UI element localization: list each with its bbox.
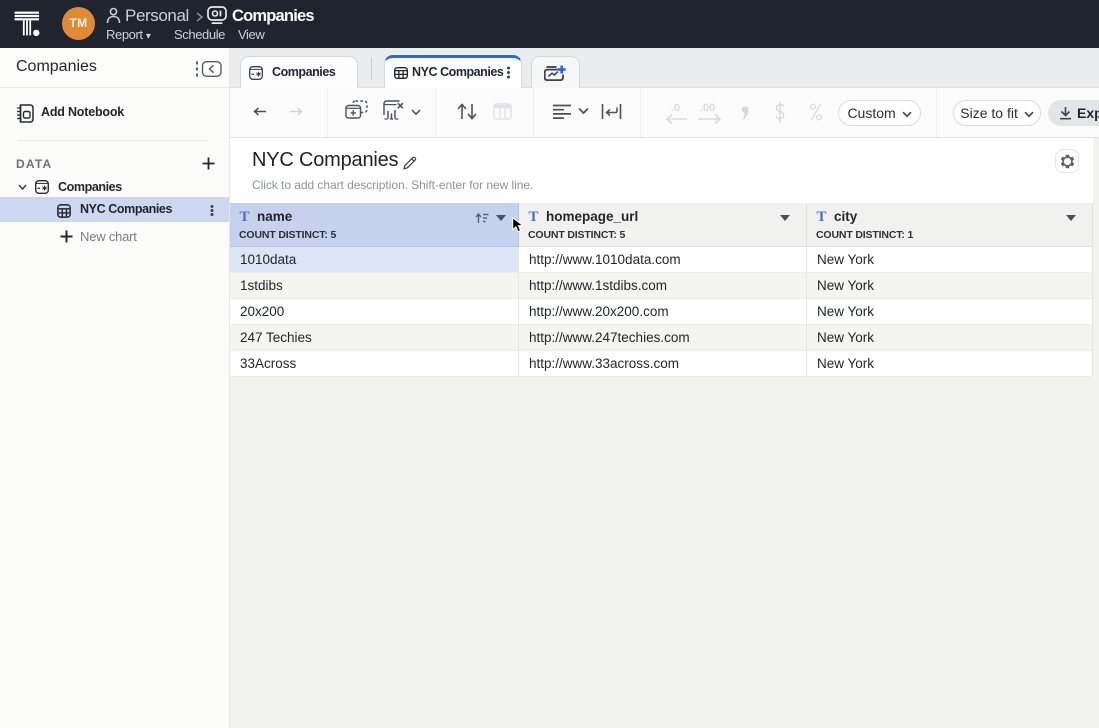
svg-text:.00: .00: [700, 102, 715, 114]
svg-text:.0: .0: [671, 102, 680, 114]
